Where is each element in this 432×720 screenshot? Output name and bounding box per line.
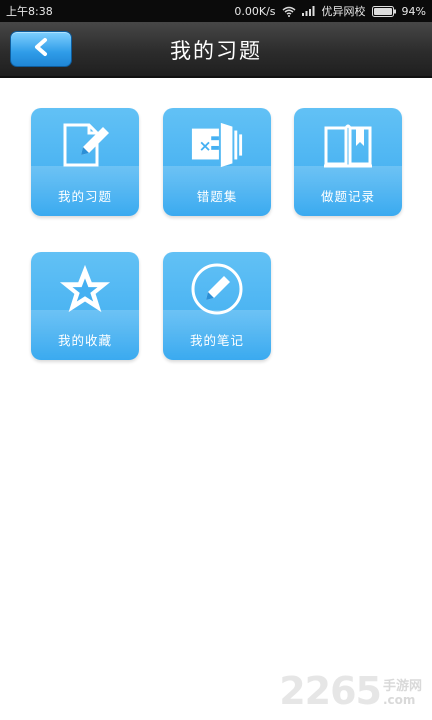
tile-label: 做题记录 (320, 189, 375, 204)
watermark-text: 手游网 (382, 678, 422, 694)
chevron-left-icon (32, 37, 50, 61)
tile-label: 我的笔记 (189, 333, 244, 348)
tile-my-exercises[interactable]: 我的习题 (31, 108, 139, 216)
signal-icon (301, 6, 316, 16)
wrong-questions-icon: × (190, 118, 244, 172)
back-button[interactable] (10, 31, 72, 67)
carrier-name: 优异网校 (321, 5, 366, 18)
status-bar: 上午8:38 0.00K/s 优异网校 94% (0, 0, 432, 22)
battery-percent: 94% (401, 4, 426, 18)
wifi-icon (282, 6, 296, 17)
network-speed: 0.00K/s (234, 4, 276, 18)
tile-label: 我的习题 (57, 189, 112, 204)
tile-label: 错题集 (196, 189, 238, 204)
tile-label: 我的收藏 (57, 333, 112, 348)
battery-icon (371, 5, 396, 17)
title-bar: 我的习题 (0, 22, 432, 78)
status-right: 0.00K/s 优异网校 94% (234, 3, 426, 19)
open-book-icon (321, 118, 375, 172)
svg-text:×: × (199, 137, 212, 155)
edit-document-icon (58, 118, 112, 172)
star-icon (58, 262, 112, 316)
pencil-circle-icon (190, 262, 244, 316)
tile-my-favorites[interactable]: 我的收藏 (31, 252, 139, 360)
tile-wrong-questions[interactable]: × 错题集 (163, 108, 271, 216)
watermark-domain: .com (382, 692, 416, 707)
tile-my-notes[interactable]: 我的笔记 (163, 252, 271, 360)
tile-exercise-records[interactable]: 做题记录 (294, 108, 402, 216)
watermark: 2265 手游网 .com (279, 672, 422, 710)
status-time: 上午8:38 (6, 5, 53, 18)
watermark-number: 2265 (279, 669, 382, 713)
